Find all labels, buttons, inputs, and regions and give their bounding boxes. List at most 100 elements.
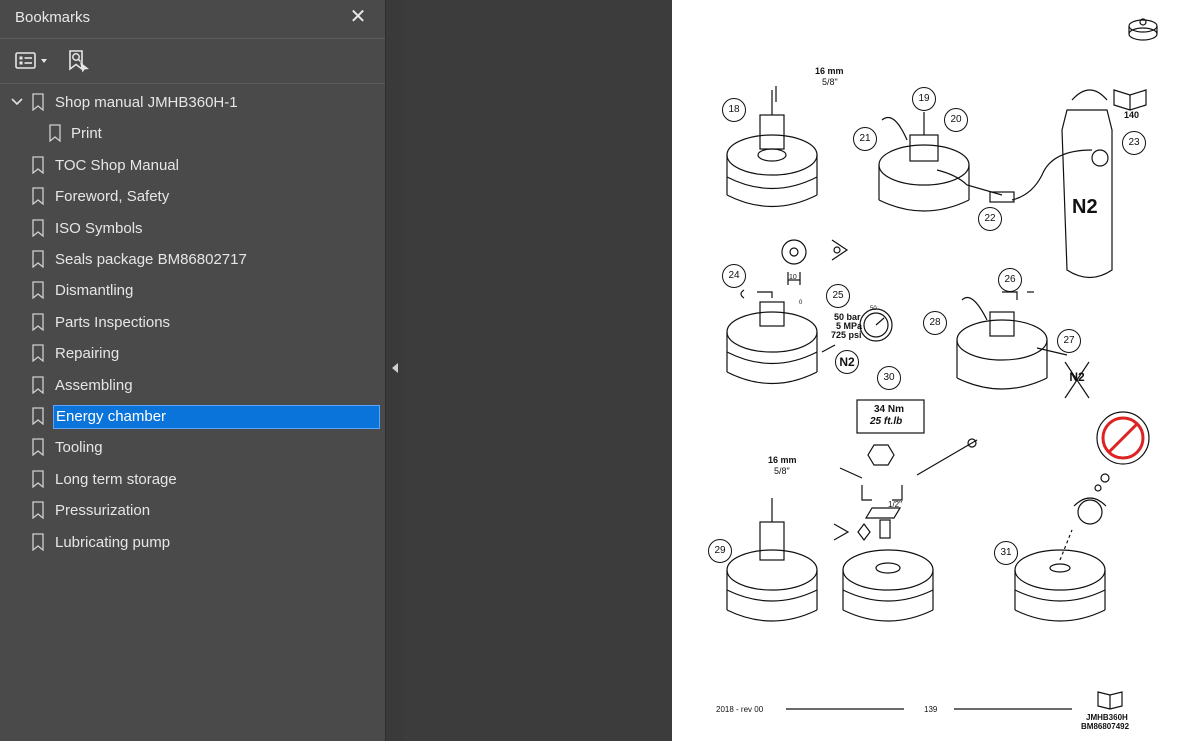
- footer-model: JMHB360H: [1086, 713, 1128, 722]
- step-20: 20: [944, 108, 968, 132]
- bookmarks-title: Bookmarks: [15, 9, 91, 26]
- gauge-dial-value: 50: [870, 306, 877, 312]
- step-21: 21: [853, 127, 877, 151]
- bookmark-item-shop-manual-jmhb360h-1[interactable]: Shop manual JMHB360H-1: [0, 88, 385, 116]
- assembly-30: [842, 549, 934, 622]
- list-options-icon: [15, 52, 47, 69]
- bookmarks-panel: Bookmarks ✕ Shop manual JMHB360H-1 Print T…: [0, 0, 385, 741]
- step-31: 31: [994, 541, 1018, 565]
- bookmark-icon: [32, 281, 44, 300]
- bookmark-item-repairing[interactable]: Repairing: [0, 339, 385, 367]
- bookmark-label: Assembling: [55, 376, 133, 394]
- pressure-psi: 725 psi: [831, 330, 862, 340]
- step-23: 23: [1122, 131, 1146, 155]
- wrench-inch-2: 5/8": [774, 466, 790, 476]
- bookmark-item-assembling[interactable]: Assembling: [0, 371, 385, 399]
- bookmark-item-toc-shop-manual[interactable]: TOC Shop Manual: [0, 151, 385, 179]
- bookmark-icon: [32, 313, 44, 331]
- nitrogen-bottle: [989, 89, 1113, 279]
- step-29: 29: [708, 539, 732, 563]
- bookmark-icon: [32, 532, 44, 551]
- collapse-panel-icon[interactable]: [392, 363, 398, 373]
- bookmark-icon: [32, 218, 44, 237]
- step-26: 26: [998, 268, 1022, 292]
- assembly-29: [726, 498, 818, 622]
- document-viewer[interactable]: 18 19 20 21 22 23 24 25 26 27 28 29 30 3…: [404, 0, 1200, 741]
- bookmark-icon: [32, 156, 44, 174]
- step-25: 25: [826, 284, 850, 308]
- bookmark-item-long-term-storage[interactable]: Long term storage: [0, 465, 385, 493]
- bookmark-item-dismantling[interactable]: Dismantling: [0, 276, 385, 304]
- bookmark-icon: [32, 375, 44, 394]
- bookmark-label: Shop manual JMHB360H-1: [55, 94, 238, 111]
- bookmark-label: ISO Symbols: [55, 219, 143, 237]
- bookmark-label: Tooling: [55, 439, 103, 457]
- bookmark-label: Dismantling: [55, 282, 134, 300]
- n2-crossed-symbol: N2: [1069, 370, 1085, 384]
- panel-splitter[interactable]: [385, 0, 405, 741]
- n2-bottle-label: N2: [1072, 196, 1098, 218]
- bookmark-icon: [32, 93, 44, 111]
- bookmark-item-lubricating-pump[interactable]: Lubricating pump: [0, 528, 385, 556]
- torque-nm: 34 Nm: [874, 404, 905, 415]
- bookmarks-header: Bookmarks ✕: [0, 0, 385, 39]
- footer-part-number: BM86807492: [1081, 722, 1130, 731]
- wrench-inch-1: 5/8": [822, 77, 838, 87]
- bookmark-item-print[interactable]: Print: [0, 119, 385, 147]
- bookmarks-toolbar: [0, 39, 385, 84]
- bookmark-icon: [32, 470, 44, 488]
- step-27: 27: [1057, 329, 1081, 353]
- chevron-down-icon[interactable]: [10, 95, 24, 109]
- assembly-24-25: [726, 289, 893, 385]
- close-icon[interactable]: ✕: [348, 6, 368, 28]
- step-30: 30: [877, 366, 901, 390]
- bookmark-icon: [32, 407, 44, 425]
- wrench-size-2: 16 mm: [768, 455, 797, 465]
- bookmark-item-parts-inspections[interactable]: Parts Inspections: [0, 308, 385, 336]
- bookmark-icon: [49, 124, 61, 143]
- n2-symbol: N2: [835, 350, 859, 374]
- bookmark-label: Foreword, Safety: [55, 188, 170, 206]
- footer-page-number: 139: [924, 705, 938, 714]
- pdf-page: 18 19 20 21 22 23 24 25 26 27 28 29 30 3…: [672, 0, 1200, 741]
- bookmark-item-foreword-safety[interactable]: Foreword, Safety: [0, 182, 385, 210]
- book-page-ref: 140: [1124, 110, 1140, 120]
- bookmark-icon: [32, 187, 44, 206]
- bookmark-icon: [32, 438, 44, 457]
- bookmark-label: Pressurization: [55, 502, 151, 520]
- wrench-size-1: 16 mm: [815, 66, 844, 76]
- drive-size: 1/2": [888, 500, 902, 509]
- find-bookmark-button[interactable]: [67, 48, 91, 74]
- step-24: 24: [722, 264, 746, 288]
- torque-box: [833, 399, 978, 541]
- bookmark-item-pressurization[interactable]: Pressurization: [0, 496, 385, 524]
- bookmark-search-icon: [69, 50, 89, 73]
- bookmark-icon: [32, 344, 44, 363]
- top-icon: [1128, 18, 1158, 41]
- footer-lines: [786, 691, 1123, 710]
- bookmark-label: Parts Inspections: [55, 313, 171, 331]
- bookmark-label: Seals package BM86802717: [55, 251, 247, 268]
- bookmark-icon: [32, 501, 44, 520]
- step-19: 19: [912, 87, 936, 111]
- book-icon: [1113, 89, 1147, 111]
- assembly-19-21: [878, 112, 1003, 212]
- torque-ftlb: 25 ft.lb: [870, 416, 903, 427]
- energy-chamber-illustration: [726, 18, 1158, 710]
- bookmark-item-tooling[interactable]: Tooling: [0, 433, 385, 461]
- bookmark-label: Print: [71, 125, 102, 143]
- bookmark-label: Repairing: [55, 345, 120, 363]
- bookmark-icon: [32, 250, 44, 268]
- bookmark-label: Lubricating pump: [55, 533, 171, 551]
- gauge-mark: 10: [789, 274, 797, 281]
- gauge-zero: 0: [799, 300, 803, 306]
- step-22: 22: [978, 207, 1002, 231]
- bookmark-item-iso-symbols[interactable]: ISO Symbols: [0, 214, 385, 242]
- step-28: 28: [923, 311, 947, 335]
- footer-date: 2018 - rev 00: [716, 705, 764, 714]
- step-18: 18: [722, 98, 746, 122]
- list-options-button[interactable]: [15, 48, 49, 74]
- bookmark-item-energy-chamber[interactable]: Energy chamber: [0, 402, 385, 430]
- bookmark-label: Long term storage: [55, 470, 177, 488]
- bookmark-item-seals-package-bm86802717[interactable]: Seals package BM86802717: [0, 245, 385, 273]
